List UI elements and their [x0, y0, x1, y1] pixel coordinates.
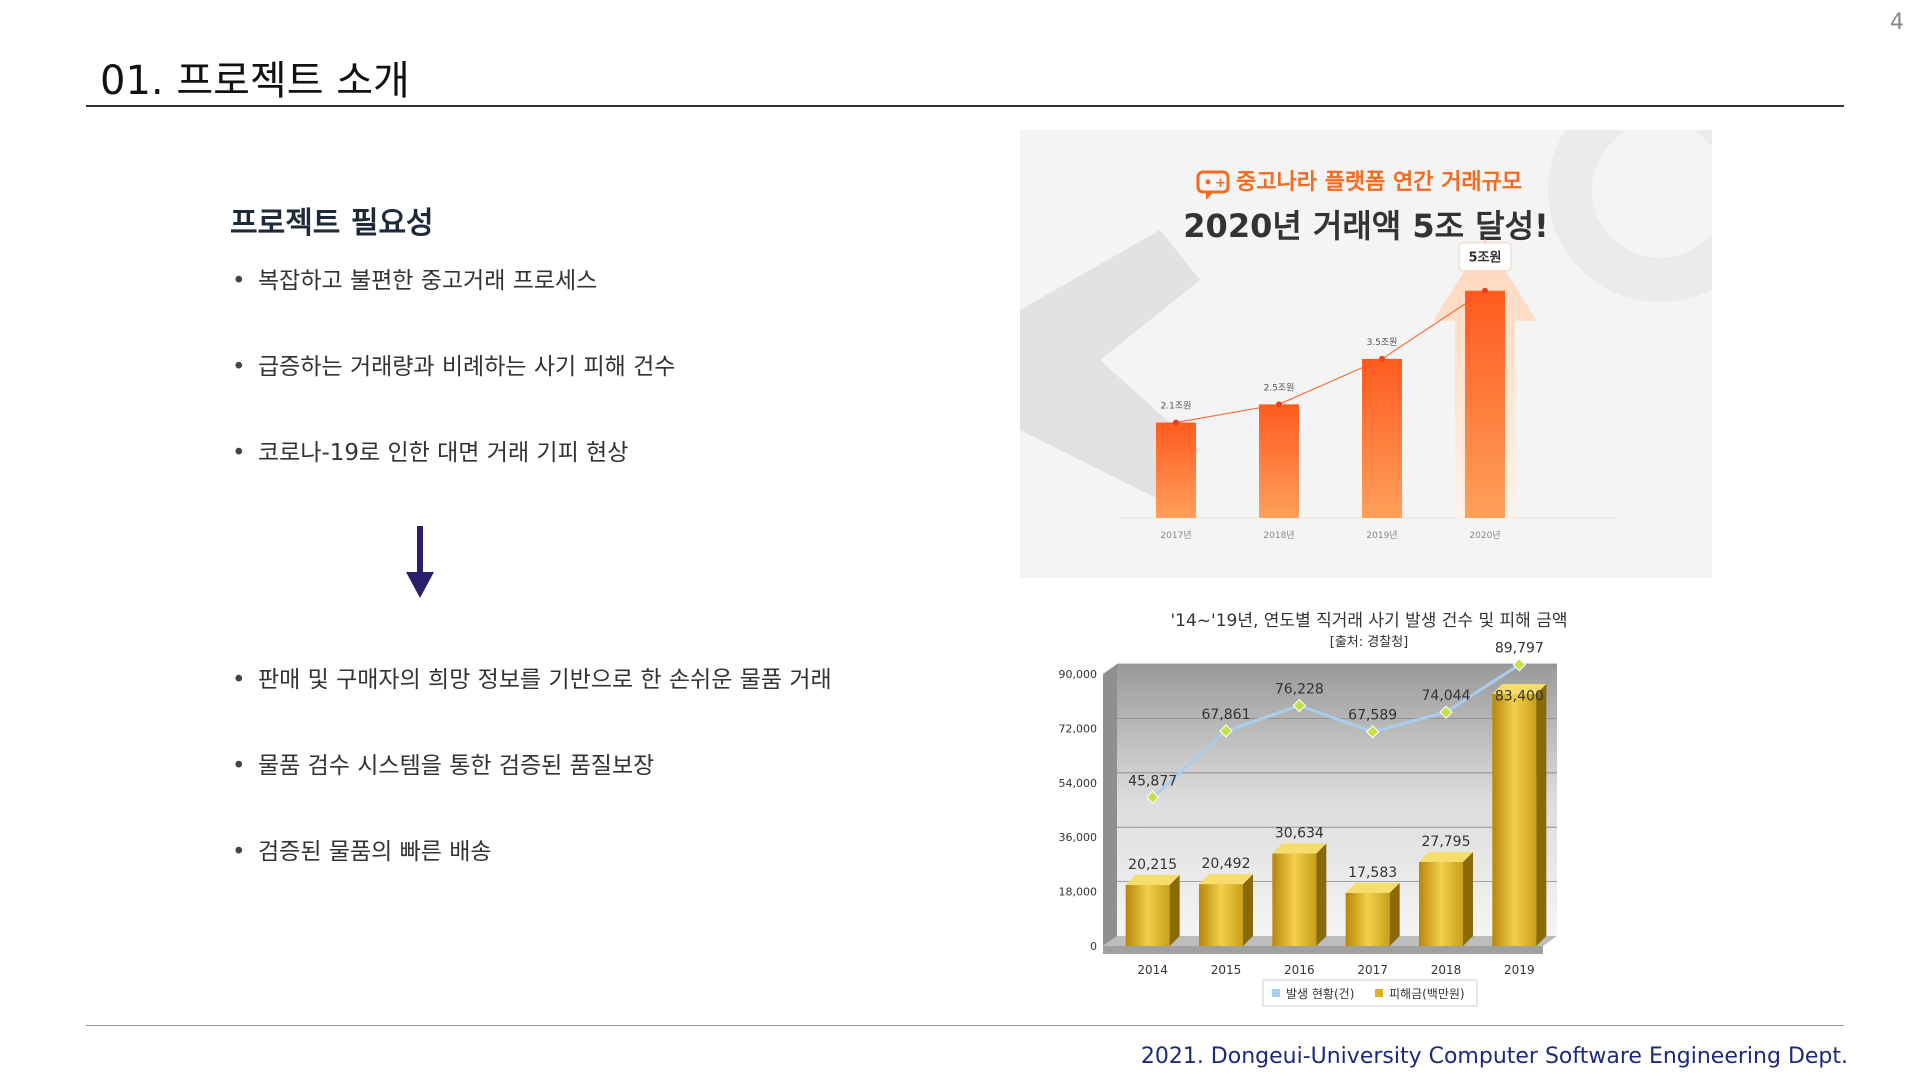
fraud-chart-source: [출처: 경찰청]	[1330, 635, 1408, 650]
bar	[1465, 290, 1505, 518]
legend-swatch-line	[1272, 989, 1280, 997]
data-label: 76,228	[1275, 682, 1324, 698]
legend-swatch-bar	[1375, 989, 1383, 997]
problem-item: 코로나-19로 인한 대면 거래 기피 현상	[232, 438, 675, 524]
solution-item: 판매 및 구매자의 희망 정보를 기반으로 한 손쉬운 물품 거래	[232, 665, 832, 751]
x-tick-label: 2015	[1211, 963, 1242, 977]
data-label: 5조원	[1469, 251, 1502, 266]
x-tick-label: 2017년	[1160, 530, 1191, 541]
bar-side	[1536, 683, 1547, 946]
data-label: 74,044	[1422, 688, 1471, 704]
data-label: 3.5조원	[1367, 337, 1398, 348]
x-tick-label: 2016	[1284, 963, 1315, 977]
data-label: 2.5조원	[1264, 382, 1295, 393]
data-label: 2.1조원	[1161, 401, 1192, 412]
problem-list: 복잡하고 불편한 중고거래 프로세스 급증하는 거래량과 비례하는 사기 피해 …	[232, 266, 675, 524]
svg-text:+: +	[1215, 176, 1226, 191]
bar	[1345, 892, 1390, 946]
slide-title: 01. 프로젝트 소개	[100, 58, 410, 104]
solution-item: 물품 검수 시스템을 통한 검증된 품질보장	[232, 751, 832, 837]
y-tick-label: 36,000	[1059, 831, 1098, 844]
y-tick-label: 90,000	[1059, 668, 1098, 681]
chat-icon: +	[1196, 170, 1230, 200]
down-arrow-icon	[406, 526, 434, 598]
y-tick-label: 0	[1090, 940, 1097, 953]
x-tick-label: 2017	[1357, 963, 1388, 977]
trade-volume-infographic: + 중고나라 플랫폼 연간 거래규모 2020년 거래액 5조 달성! 2017…	[1020, 130, 1712, 578]
x-tick-label: 2014	[1137, 963, 1168, 977]
legend-label-bar: 피해금(백만원)	[1389, 987, 1465, 1001]
trade-volume-chart: + 중고나라 플랫폼 연간 거래규모 2020년 거래액 5조 달성! 2017…	[1020, 130, 1712, 541]
data-label: 30,634	[1275, 825, 1324, 841]
x-tick-label: 2019	[1504, 963, 1535, 977]
data-label: 17,583	[1348, 865, 1397, 881]
x-tick-label: 2018년	[1263, 530, 1294, 541]
bar-side	[1316, 843, 1327, 946]
bar-side	[1169, 874, 1180, 946]
section-heading: 프로젝트 필요성	[230, 206, 434, 241]
fraud-chart-title: '14~'19년, 연도별 직거래 사기 발생 건수 및 피해 금액	[1170, 611, 1567, 631]
footer-text: 2021. Dongeui-University Computer Softwa…	[1140, 1044, 1848, 1069]
solution-list: 판매 및 구매자의 희망 정보를 기반으로 한 손쉬운 물품 거래 물품 검수 …	[232, 665, 832, 923]
data-label: 20,215	[1128, 857, 1177, 873]
data-label: 45,877	[1128, 773, 1177, 789]
trend-point	[1276, 401, 1282, 408]
bar-side	[1243, 874, 1253, 946]
side-wall	[1103, 664, 1117, 946]
y-tick-label: 54,000	[1059, 777, 1098, 790]
trend-point	[1379, 355, 1385, 362]
y-tick-label: 18,000	[1059, 886, 1098, 899]
bar	[1492, 693, 1537, 946]
trend-line	[1175, 290, 1486, 424]
infographic-subtitle: 중고나라 플랫폼 연간 거래규모	[1236, 170, 1522, 195]
background-ring-shape	[1548, 130, 1712, 302]
fraud-chart-svg: '14~'19년, 연도별 직거래 사기 발생 건수 및 피해 금액 [출처: …	[1059, 611, 1568, 1007]
data-label: 67,861	[1202, 707, 1251, 723]
y-tick-label: 72,000	[1059, 722, 1098, 735]
title-divider	[86, 105, 1844, 107]
trend-point	[1173, 419, 1179, 426]
bar-side	[1389, 882, 1400, 946]
plot-floor-edge	[1103, 946, 1543, 954]
trend-point	[1482, 287, 1488, 294]
x-tick-label: 2018	[1431, 963, 1462, 977]
bar	[1156, 422, 1196, 518]
bar-side	[1463, 851, 1473, 946]
data-label: 89,797	[1495, 641, 1544, 657]
bar	[1419, 861, 1463, 946]
footer-divider	[86, 1025, 1844, 1026]
bar	[1199, 884, 1243, 946]
x-tick-label: 2020년	[1469, 530, 1500, 541]
data-label: 20,492	[1202, 856, 1251, 872]
plot-background	[1117, 664, 1557, 936]
page-number: 4	[1890, 10, 1904, 35]
chart-legend: 발생 현황(건) 피해금(백만원)	[1262, 979, 1478, 1007]
data-label: 27,795	[1422, 834, 1471, 850]
x-tick-label: 2019년	[1366, 530, 1397, 541]
problem-item: 복잡하고 불편한 중고거래 프로세스	[232, 266, 675, 352]
bar	[1272, 853, 1317, 946]
solution-item: 검증된 물품의 빠른 배송	[232, 837, 832, 923]
bar	[1125, 884, 1170, 946]
data-label: 83,400	[1495, 689, 1544, 705]
legend-label-line: 발생 현황(건)	[1286, 987, 1354, 1001]
fraud-chart: '14~'19년, 연도별 직거래 사기 발생 건수 및 피해 금액 [출처: …	[1053, 604, 1679, 1012]
data-label: 67,589	[1348, 708, 1397, 724]
bar	[1362, 358, 1402, 518]
infographic-title: 2020년 거래액 5조 달성!	[1183, 207, 1548, 245]
problem-item: 급증하는 거래량과 비례하는 사기 피해 건수	[232, 352, 675, 438]
bar	[1259, 404, 1299, 518]
